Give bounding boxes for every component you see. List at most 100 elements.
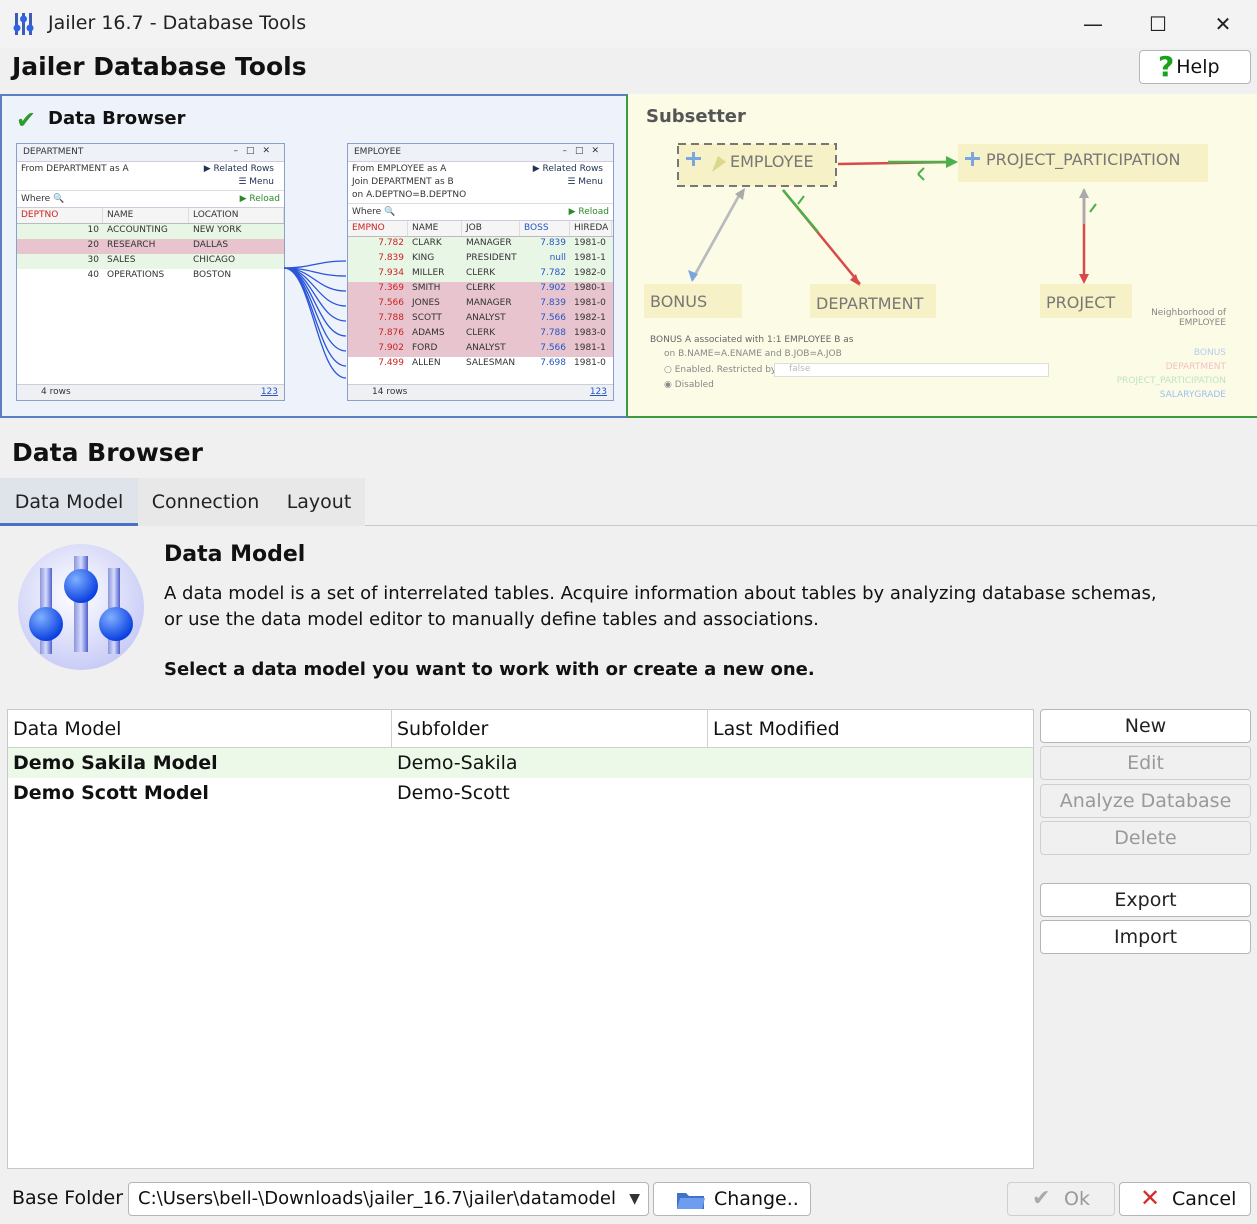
table-row: 30 SALES CHICAGO (17, 254, 284, 269)
column-last-modified[interactable]: Last Modified (708, 710, 1033, 747)
related-rows-link: ▶ Related Rows (203, 164, 274, 174)
cell: 7.566 (540, 343, 566, 353)
window-controls-icon: –□✕ (233, 146, 278, 156)
enabled-option: ○ Enabled. Restricted by (664, 365, 777, 375)
legend-project-participation: PROJECT_PARTICIPATION (1116, 376, 1226, 386)
cell: MANAGER (466, 238, 512, 248)
related-rows-label: Related Rows (213, 164, 274, 174)
base-folder-label: Base Folder (12, 1187, 124, 1209)
cell: 40 (87, 270, 99, 280)
cell: 1981-0 (574, 298, 606, 308)
last-modified-cell (708, 778, 1033, 808)
legend-salarygrade: SALARYGRADE (1159, 390, 1226, 400)
cell: SALES (107, 255, 136, 265)
table-row: 20 RESEARCH DALLAS (17, 239, 284, 254)
employee-columns: EMPNO NAME JOB BOSS HIREDA (348, 221, 613, 237)
cell: 10 (87, 225, 99, 235)
model-name-cell: Demo Sakila Model (13, 752, 218, 774)
change-label: Change.. (714, 1188, 799, 1210)
reload-link: ▶ Reload (568, 207, 609, 217)
import-button[interactable]: Import (1040, 920, 1251, 954)
department-footer: 4 rows 123 (17, 384, 284, 400)
cell: PRESIDENT (466, 253, 517, 263)
cell: 7.876 (378, 328, 404, 338)
cell: 7.839 (378, 253, 404, 263)
check-icon: ✔ (1032, 1186, 1051, 1211)
window-title: Jailer 16.7 - Database Tools (48, 12, 307, 34)
cell: 1980-1 (574, 283, 606, 293)
edit-button[interactable]: Edit (1040, 746, 1251, 780)
subsetter-preview[interactable]: Subsetter EMPLOYEE PROJECT_PARTICIPATION… (628, 94, 1257, 418)
employee-from: From EMPLOYEE as A ▶ Related Rows (348, 164, 613, 177)
delete-button[interactable]: Delete (1040, 821, 1251, 855)
footer-link: 123 (260, 387, 278, 397)
tab-layout[interactable]: Layout (273, 478, 365, 526)
cell: 7.566 (378, 298, 404, 308)
cell: CLERK (466, 283, 496, 293)
help-button[interactable]: ? Help (1139, 50, 1251, 84)
analyze-database-button[interactable]: Analyze Database (1040, 784, 1251, 818)
employee-on: on A.DEPTNO=B.DEPTNO (348, 190, 613, 203)
department-preview-window: DEPARTMENT –□✕ From DEPARTMENT as A ▶ Rela… (16, 143, 285, 401)
data-browser-preview[interactable]: ✔ Data Browser DEPARTMENT –□✕ From DEPART… (0, 94, 628, 418)
footer-link: 123 (589, 387, 607, 397)
close-button[interactable]: ✕ (1200, 8, 1246, 40)
menu-label: Menu (578, 177, 603, 187)
table-row: 40 OPERATIONS BOSTON (17, 269, 284, 284)
cell: MANAGER (466, 298, 512, 308)
restriction-field: false (774, 363, 1049, 377)
cell: ANALYST (466, 313, 506, 323)
tab-bar: Data Model Connection Layout (0, 478, 1257, 526)
cell: 1983-0 (574, 328, 606, 338)
table-row[interactable]: Demo Scott Model Demo-Scott (8, 778, 1033, 808)
cell: ANALYST (466, 343, 506, 353)
new-button[interactable]: New (1040, 709, 1251, 743)
cell: 7.698 (540, 358, 566, 368)
employee-rows: 7.782 CLARK MANAGER 7.839 1981-0 7.839 KING PRE… (348, 237, 613, 372)
minimize-button[interactable]: — (1070, 8, 1116, 40)
cell: 7.902 (540, 283, 566, 293)
base-folder-select[interactable]: C:\Users\bell-\Downloads\jailer_16.7\jai… (128, 1182, 649, 1216)
maximize-button[interactable]: ☐ (1135, 8, 1181, 40)
cell: CLERK (466, 328, 496, 338)
cancel-label: Cancel (1172, 1188, 1237, 1210)
where-label: Where (21, 194, 51, 204)
last-modified-cell (708, 748, 1033, 778)
table-row[interactable]: Demo Sakila Model Demo-Sakila (8, 748, 1033, 778)
cell: 7.566 (540, 313, 566, 323)
chevron-down-icon[interactable]: ▼ (629, 1183, 640, 1215)
cell: 7.369 (378, 283, 404, 293)
column-header: HIREDA (570, 221, 612, 236)
section-title: Data Browser (12, 438, 203, 467)
data-model-panel: Data Model A data model is a set of inte… (0, 527, 1257, 1224)
table-row: 7.566 JONES MANAGER 7.839 1981-0 (348, 297, 613, 312)
menu-link: ☰ Menu (567, 177, 603, 187)
column-subfolder[interactable]: Subfolder (392, 710, 708, 747)
cell: CLERK (466, 268, 496, 278)
table-row: 7.902 FORD ANALYST 7.566 1981-1 (348, 342, 613, 357)
column-header: NAME (408, 221, 462, 236)
cell: 7.788 (540, 328, 566, 338)
column-header: LOCATION (189, 208, 284, 223)
employee-join-text: Join DEPARTMENT as B (352, 177, 454, 187)
tab-data-model[interactable]: Data Model (0, 478, 138, 526)
export-button[interactable]: Export (1040, 883, 1251, 917)
tab-connection[interactable]: Connection (138, 478, 273, 526)
change-folder-button[interactable]: Change.. (653, 1182, 811, 1216)
data-model-table[interactable]: Data Model Subfolder Last Modified Demo … (7, 709, 1034, 1169)
base-folder-value: C:\Users\bell-\Downloads\jailer_16.7\jai… (138, 1188, 616, 1209)
cell: JONES (412, 298, 440, 308)
folder-icon (677, 1193, 705, 1209)
employee-join: Join DEPARTMENT as B ☰ Menu (348, 177, 613, 190)
department-menu-line: ☰ Menu (17, 177, 284, 190)
cell: DALLAS (193, 240, 229, 250)
cell: 7.788 (378, 313, 404, 323)
cancel-button[interactable]: ✕ Cancel (1119, 1182, 1251, 1216)
window-controls-icon: –□✕ (562, 146, 607, 156)
menu-label: Menu (249, 177, 274, 187)
column-data-model[interactable]: Data Model (8, 710, 392, 747)
cell: 7.934 (378, 268, 404, 278)
header-title: Jailer Database Tools (12, 52, 307, 81)
ok-button[interactable]: ✔ Ok (1007, 1182, 1115, 1216)
table-row: 7.369 SMITH CLERK 7.902 1980-1 (348, 282, 613, 297)
